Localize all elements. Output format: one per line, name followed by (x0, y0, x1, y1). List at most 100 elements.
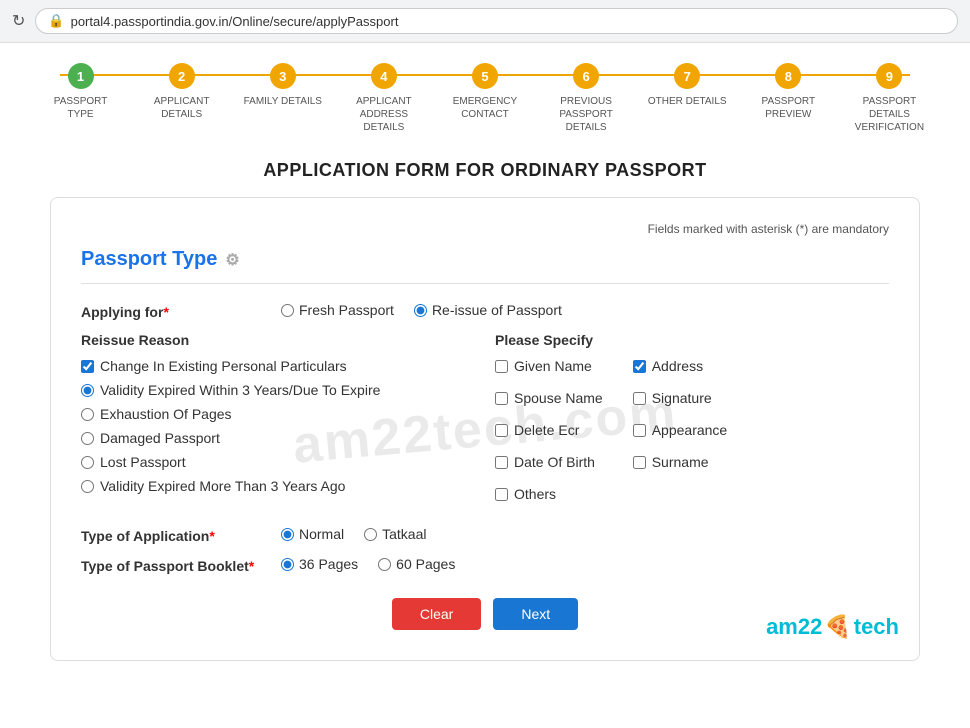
lost-radio[interactable] (81, 456, 94, 469)
change-personal-item[interactable]: Change In Existing Personal Particulars (81, 358, 475, 374)
step-label-4: APPLICANT ADDRESS DETAILS (344, 95, 424, 134)
please-specify-col: Please Specify Given Name Spouse Name (475, 332, 889, 510)
address-bar[interactable]: 🔒 portal4.passportindia.gov.in/Online/se… (35, 8, 958, 34)
exhaustion-item[interactable]: Exhaustion Of Pages (81, 406, 475, 422)
step-2: 2APPLICANT DETAILS (131, 63, 232, 121)
others-label: Others (514, 486, 556, 502)
reissue-reason-title: Reissue Reason (81, 332, 475, 348)
appearance-checkbox[interactable] (633, 424, 646, 437)
step-circle-2[interactable]: 2 (169, 63, 195, 89)
date-of-birth-checkbox[interactable] (495, 456, 508, 469)
step-circle-5[interactable]: 5 (472, 63, 498, 89)
step-9: 9PASSPORT DETAILS VERIFICATION (839, 63, 940, 134)
appearance-item[interactable]: Appearance (633, 422, 728, 438)
step-circle-8[interactable]: 8 (775, 63, 801, 89)
date-of-birth-item[interactable]: Date Of Birth (495, 454, 603, 470)
fresh-passport-label: Fresh Passport (299, 302, 394, 318)
type-of-booklet-options: 36 Pages 60 Pages (281, 556, 455, 572)
type-of-application-label: Type of Application* (81, 526, 281, 544)
step-7: 7 OTHER DETAILS (637, 63, 738, 108)
step-1: 1 PASSPORT TYPE (30, 63, 131, 121)
section-title: Passport Type ⚙ (81, 248, 889, 271)
change-personal-label: Change In Existing Personal Particulars (100, 358, 347, 374)
validity-expired-3-item[interactable]: Validity Expired Within 3 Years/Due To E… (81, 382, 475, 398)
delete-ecr-item[interactable]: Delete Ecr (495, 422, 603, 438)
delete-ecr-label: Delete Ecr (514, 422, 579, 438)
others-item[interactable]: Others (495, 486, 603, 502)
others-checkbox[interactable] (495, 488, 508, 501)
36pages-radio[interactable] (281, 558, 294, 571)
type-of-application-label-text: Type of Application (81, 528, 209, 544)
validity-expired-more-item[interactable]: Validity Expired More Than 3 Years Ago (81, 478, 475, 494)
signature-item[interactable]: Signature (633, 390, 728, 406)
type-of-application-options: Normal Tatkaal (281, 526, 426, 542)
date-of-birth-label: Date Of Birth (514, 454, 595, 470)
reissue-passport-option[interactable]: Re-issue of Passport (414, 302, 562, 318)
button-row: Clear Next (81, 598, 889, 630)
signature-label: Signature (652, 390, 712, 406)
type-of-booklet-label: Type of Passport Booklet* (81, 556, 281, 574)
step-label-7: OTHER DETAILS (648, 95, 727, 108)
step-8: 8PASSPORT PREVIEW (738, 63, 839, 121)
applying-for-row: Applying for* Fresh Passport Re-issue of… (81, 302, 889, 320)
fresh-passport-radio[interactable] (281, 304, 294, 317)
validity-expired-3-radio[interactable] (81, 384, 94, 397)
exhaustion-radio[interactable] (81, 408, 94, 421)
specify-cols: Given Name Spouse Name Delete Ecr (495, 358, 889, 510)
36pages-label: 36 Pages (299, 556, 358, 572)
normal-option[interactable]: Normal (281, 526, 344, 542)
step-circle-1[interactable]: 1 (68, 63, 94, 89)
normal-radio[interactable] (281, 528, 294, 541)
given-name-item[interactable]: Given Name (495, 358, 603, 374)
validity-expired-more-radio[interactable] (81, 480, 94, 493)
validity-expired-more-label: Validity Expired More Than 3 Years Ago (100, 478, 345, 494)
step-circle-6[interactable]: 6 (573, 63, 599, 89)
exhaustion-label: Exhaustion Of Pages (100, 406, 232, 422)
surname-item[interactable]: Surname (633, 454, 728, 470)
spouse-name-checkbox[interactable] (495, 392, 508, 405)
step-circle-3[interactable]: 3 (270, 63, 296, 89)
step-circle-7[interactable]: 7 (674, 63, 700, 89)
clear-button[interactable]: Clear (392, 598, 481, 630)
lock-icon: 🔒 (48, 13, 64, 29)
surname-checkbox[interactable] (633, 456, 646, 469)
please-specify-title: Please Specify (495, 332, 889, 348)
step-label-1: PASSPORT TYPE (41, 95, 121, 121)
lost-label: Lost Passport (100, 454, 186, 470)
specify-col-1: Given Name Spouse Name Delete Ecr (495, 358, 603, 510)
step-label-3: FAMILY DETAILS (244, 95, 322, 108)
60pages-radio[interactable] (378, 558, 391, 571)
form-card: am22tech.com Fields marked with asterisk… (50, 197, 920, 661)
reissue-passport-radio[interactable] (414, 304, 427, 317)
next-button[interactable]: Next (493, 598, 578, 630)
spouse-name-item[interactable]: Spouse Name (495, 390, 603, 406)
two-col-section: Reissue Reason Change In Existing Person… (81, 332, 889, 510)
browser-bar: ↻ 🔒 portal4.passportindia.gov.in/Online/… (0, 0, 970, 43)
surname-label: Surname (652, 454, 709, 470)
signature-checkbox[interactable] (633, 392, 646, 405)
reload-icon[interactable]: ↻ (12, 11, 25, 31)
address-item[interactable]: Address (633, 358, 728, 374)
damaged-radio[interactable] (81, 432, 94, 445)
applying-for-options: Fresh Passport Re-issue of Passport (281, 302, 562, 318)
required-asterisk: * (163, 304, 168, 320)
step-label-6: PREVIOUS PASSPORT DETAILS (546, 95, 626, 134)
step-circle-9[interactable]: 9 (876, 63, 902, 89)
step-6: 6 PREVIOUS PASSPORT DETAILS (536, 63, 637, 134)
reissue-reason-col: Reissue Reason Change In Existing Person… (81, 332, 475, 510)
fresh-passport-option[interactable]: Fresh Passport (281, 302, 394, 318)
delete-ecr-checkbox[interactable] (495, 424, 508, 437)
damaged-item[interactable]: Damaged Passport (81, 430, 475, 446)
tatkaal-radio[interactable] (364, 528, 377, 541)
applying-for-label: Applying for* (81, 302, 281, 320)
step-5: 5EMERGENCY CONTACT (434, 63, 535, 121)
page-title: APPLICATION FORM FOR ORDINARY PASSPORT (0, 144, 970, 197)
given-name-checkbox[interactable] (495, 360, 508, 373)
change-personal-checkbox[interactable] (81, 360, 94, 373)
address-checkbox[interactable] (633, 360, 646, 373)
lost-item[interactable]: Lost Passport (81, 454, 475, 470)
step-circle-4[interactable]: 4 (371, 63, 397, 89)
60pages-option[interactable]: 60 Pages (378, 556, 455, 572)
tatkaal-option[interactable]: Tatkaal (364, 526, 426, 542)
36pages-option[interactable]: 36 Pages (281, 556, 358, 572)
